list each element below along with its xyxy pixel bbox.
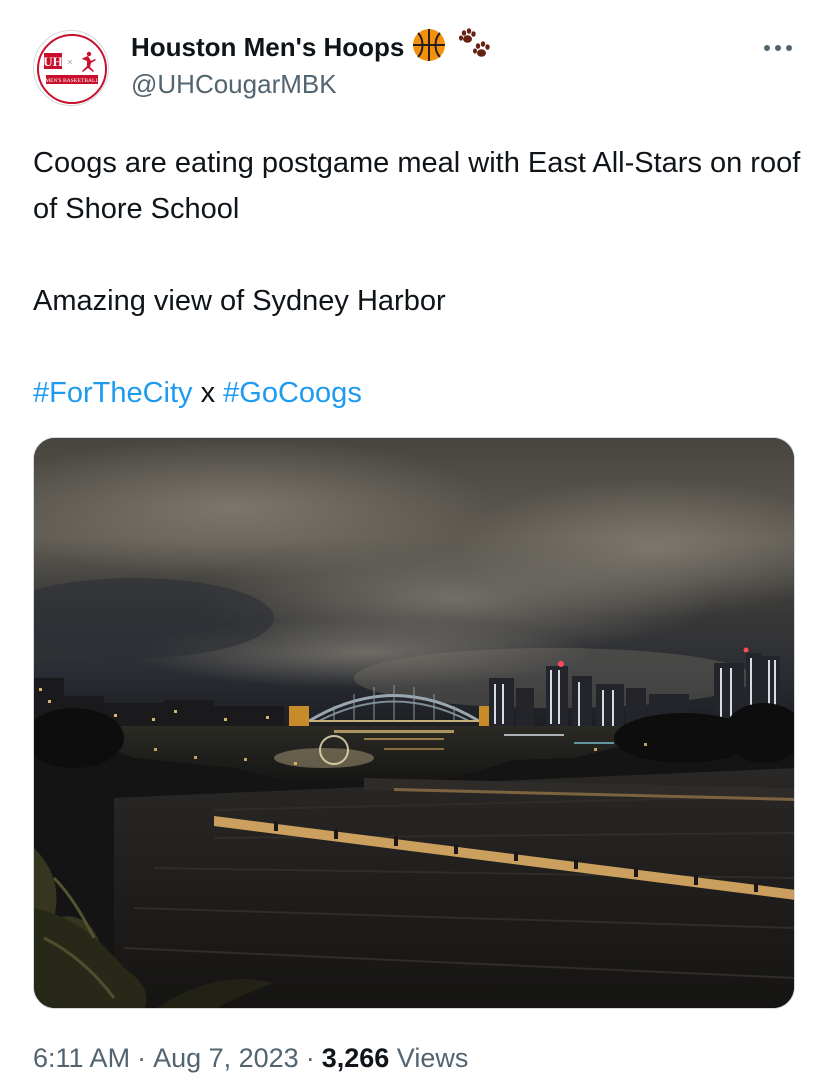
svg-text:×: × [67, 57, 72, 67]
tweet-photo[interactable] [33, 437, 795, 1009]
meta-separator: · [305, 1043, 315, 1073]
author-block: Houston Men's Hoops @UHCougarMBK [131, 27, 492, 101]
tweet: UH × MEN'S BASKETBALL Houston Men's Hoop… [0, 0, 828, 1084]
display-name-row: Houston Men's Hoops [131, 27, 492, 67]
hashtag-connector: x [200, 377, 216, 409]
views-label: Views [396, 1043, 469, 1073]
paw-prints-icon [458, 27, 492, 67]
handle[interactable]: @UHCougarMBK [131, 67, 492, 101]
uh-logo-icon: UH × MEN'S BASKETBALL [35, 32, 108, 105]
tweet-text: Coogs are eating postgame meal with East… [33, 140, 803, 416]
more-dots-icon [764, 45, 792, 51]
display-name[interactable]: Houston Men's Hoops [131, 30, 404, 64]
basketball-emoji-icon [412, 28, 446, 67]
svg-text:MEN'S BASKETBALL: MEN'S BASKETBALL [45, 78, 99, 84]
hashtag-line: #ForTheCity x #GoCoogs [33, 370, 803, 416]
svg-text:UH: UH [43, 54, 63, 69]
tweet-line-2: Amazing view of Sydney Harbor [33, 285, 446, 317]
sydney-harbor-night-photo [34, 438, 794, 1008]
views-count: 3,266 [321, 1043, 390, 1073]
tweet-date[interactable]: Aug 7, 2023 [153, 1043, 299, 1073]
tweet-line-1: Coogs are eating postgame meal with East… [33, 147, 801, 225]
more-options-button[interactable] [758, 36, 798, 60]
hashtag-forthecity[interactable]: #ForTheCity [33, 377, 193, 409]
tweet-meta: 6:11 AM · Aug 7, 2023 · 3,266 Views [33, 1040, 468, 1076]
avatar[interactable]: UH × MEN'S BASKETBALL [33, 30, 109, 106]
hashtag-gocoogs[interactable]: #GoCoogs [223, 377, 362, 409]
meta-separator: · [137, 1043, 147, 1073]
tweet-time[interactable]: 6:11 AM [33, 1043, 130, 1073]
